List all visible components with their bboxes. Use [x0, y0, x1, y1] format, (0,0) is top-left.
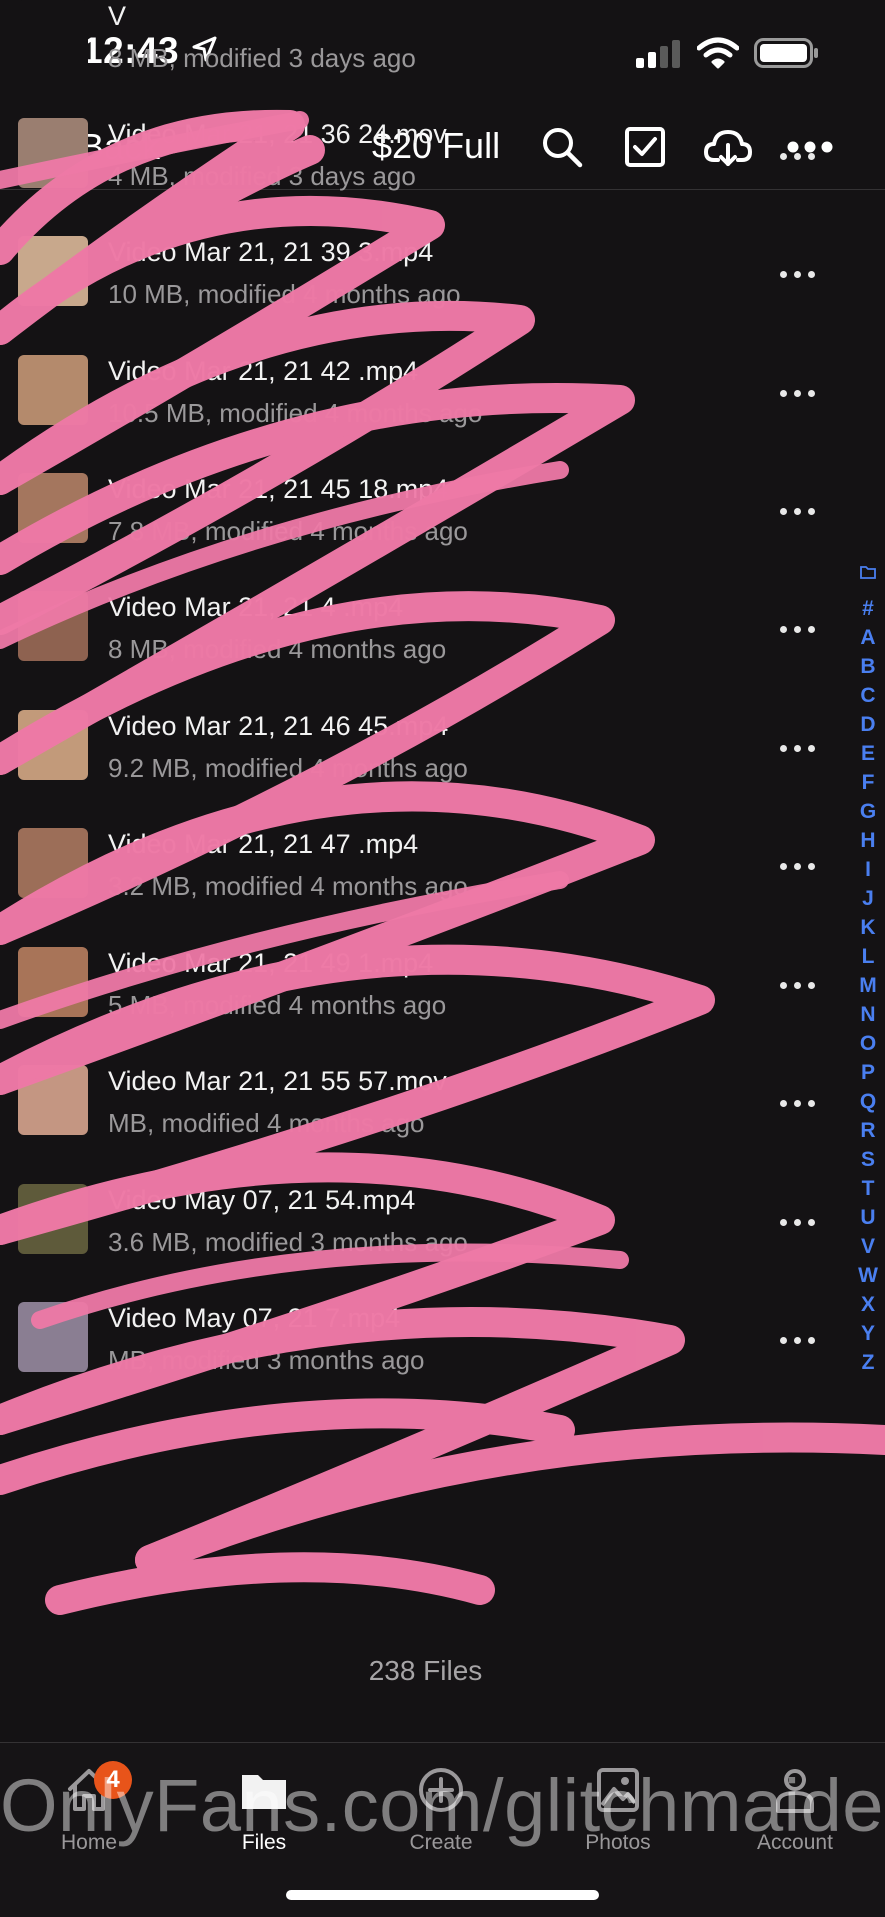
- index-letter[interactable]: U: [856, 1203, 880, 1232]
- index-letter[interactable]: Z: [856, 1348, 880, 1377]
- file-row[interactable]: Video Mar 21, 21 46 45.mp4 9.2 MB, modifi…: [0, 575, 840, 783]
- file-row[interactable]: Video Mar 21, 21 47 .mp4 3.2 MB, modified…: [0, 693, 840, 901]
- index-letter[interactable]: A: [856, 623, 880, 652]
- index-letter[interactable]: Y: [856, 1319, 880, 1348]
- index-letter[interactable]: P: [856, 1058, 880, 1087]
- index-letter[interactable]: O: [856, 1029, 880, 1058]
- index-letter[interactable]: V: [856, 1232, 880, 1261]
- file-row[interactable]: Video Mar 21, 21 55 57.mov MB, modified 4…: [0, 930, 840, 1138]
- index-letter[interactable]: W: [856, 1261, 880, 1290]
- file-count: 238 Files: [368, 1655, 483, 1686]
- alphabet-index[interactable]: # A B C D E F G H I J K L M N O P Q R S T U V W X Y Z: [856, 565, 880, 1377]
- file-row[interactable]: Video Mar 21, 21 45 18.mp4 7.8 MB, modifi…: [0, 338, 840, 546]
- index-letter[interactable]: H: [856, 826, 880, 855]
- file-meta: MB, modified 3 months ago: [108, 1345, 425, 1375]
- ellipsis-dot: [794, 1337, 801, 1344]
- ellipsis-dot: [780, 1337, 787, 1344]
- index-letter[interactable]: G: [856, 797, 880, 826]
- index-letter[interactable]: N: [856, 1000, 880, 1029]
- index-letter[interactable]: X: [856, 1290, 880, 1319]
- index-letter[interactable]: T: [856, 1174, 880, 1203]
- file-row[interactable]: Video Mar 21, 21 36 24.mov 4 MB, modified…: [0, 0, 840, 191]
- index-letter[interactable]: C: [856, 681, 880, 710]
- file-row[interactable]: Video Mar 21, 21 39 3.mp4 10 MB, modified…: [0, 101, 840, 309]
- file-name: Video May 07, 21 7.mp4: [108, 1303, 401, 1333]
- index-letter[interactable]: L: [856, 942, 880, 971]
- file-more-button[interactable]: [780, 1331, 816, 1351]
- index-letter[interactable]: R: [856, 1116, 880, 1145]
- index-letter[interactable]: F: [856, 768, 880, 797]
- index-letter[interactable]: I: [856, 855, 880, 884]
- file-thumbnail: [18, 1302, 88, 1372]
- file-row[interactable]: Video Mar 21, 21 49 1.mp4 5 MB, modified …: [0, 812, 840, 1020]
- index-letter[interactable]: #: [856, 594, 880, 623]
- index-letter[interactable]: E: [856, 739, 880, 768]
- index-letter[interactable]: B: [856, 652, 880, 681]
- ellipsis-dot: [808, 1337, 815, 1344]
- folder-index-icon[interactable]: [856, 565, 880, 594]
- watermark: OnlyFans.com/glitchmaiden: [0, 1764, 885, 1847]
- index-letter[interactable]: M: [856, 971, 880, 1000]
- index-letter[interactable]: D: [856, 710, 880, 739]
- index-letter[interactable]: S: [856, 1145, 880, 1174]
- file-row[interactable]: Video Mar 21, 21 42 .mp4 10.5 MB, modifie…: [0, 220, 840, 428]
- file-row[interactable]: Video May 07, 21 7.mp4 MB, modified 3 mon…: [0, 1167, 840, 1375]
- index-letter[interactable]: Q: [856, 1087, 880, 1116]
- file-row[interactable]: Video Mar 21, 21 4 .mp4 8 MB, modified 4 …: [0, 456, 840, 664]
- home-indicator[interactable]: [286, 1890, 599, 1900]
- index-letter[interactable]: K: [856, 913, 880, 942]
- file-row[interactable]: Video May 07, 21 54.mp4 3.6 MB, modified …: [0, 1049, 840, 1257]
- index-letter[interactable]: J: [856, 884, 880, 913]
